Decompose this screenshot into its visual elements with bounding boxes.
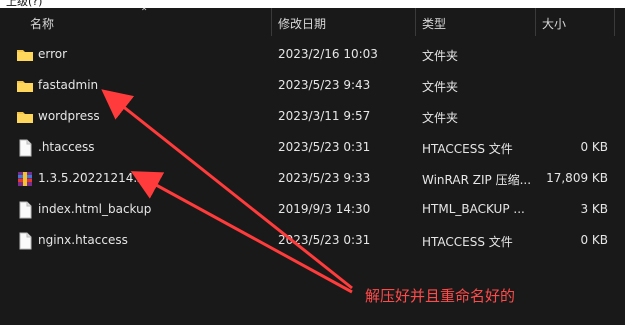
annotation-arrow (130, 171, 353, 294)
annotation-arrows (101, 89, 353, 294)
annotation-text: 解压好并且重命名好的 (365, 287, 516, 305)
annotation-arrow (101, 89, 353, 290)
